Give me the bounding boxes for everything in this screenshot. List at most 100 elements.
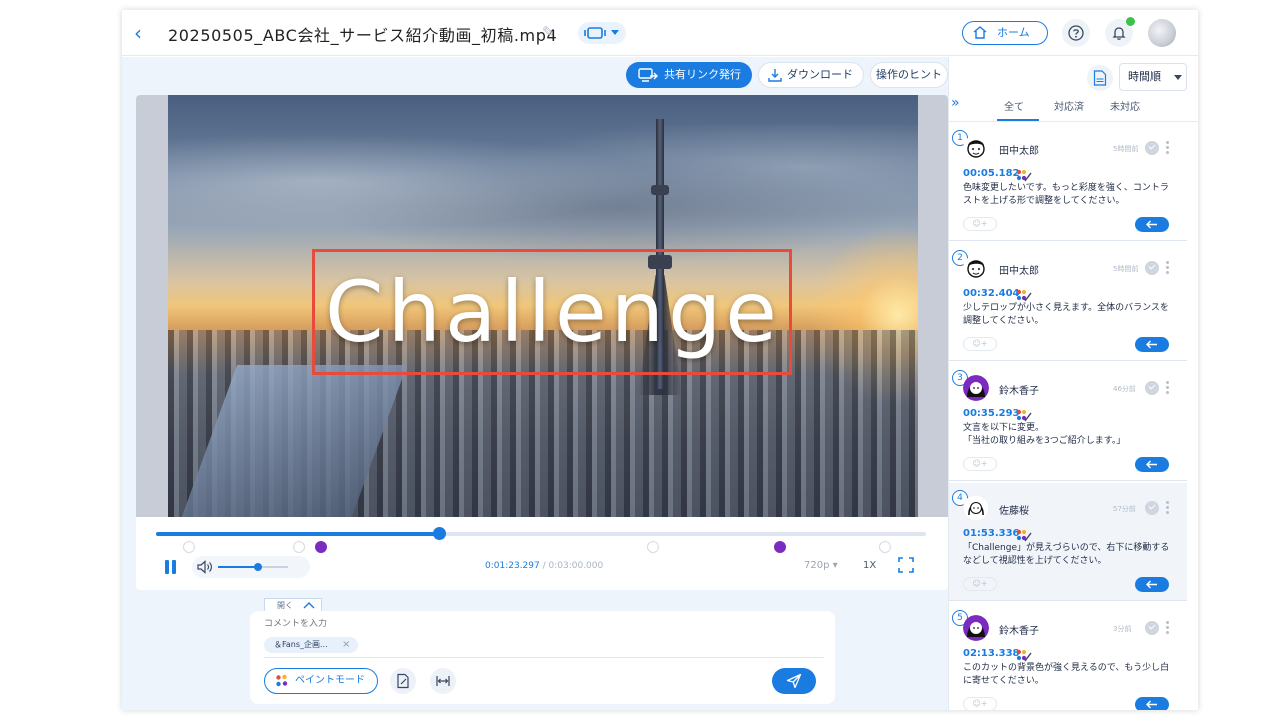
range-button[interactable] bbox=[430, 668, 456, 694]
top-header: ‹ 20250505_ABC会社_サービス紹介動画_初稿.mp4 ✎ ホーム bbox=[122, 10, 1198, 56]
open-composer-tab[interactable]: 開く bbox=[264, 598, 322, 612]
comment-timestamp: 3分前 bbox=[1113, 625, 1132, 633]
comment-input[interactable] bbox=[264, 619, 564, 629]
home-label: ホーム bbox=[997, 26, 1030, 39]
duration: 0:03:00.000 bbox=[548, 561, 604, 571]
resolve-check-icon[interactable] bbox=[1145, 621, 1159, 635]
more-icon[interactable] bbox=[1166, 620, 1170, 636]
comment-video-time[interactable]: 00:05.182 bbox=[963, 168, 1020, 179]
comment-marker-2[interactable] bbox=[293, 541, 305, 553]
comment-marker-4[interactable] bbox=[647, 541, 659, 553]
resolve-check-icon[interactable] bbox=[1145, 261, 1159, 275]
add-reaction-button[interactable]: ☺+ bbox=[963, 217, 997, 231]
seek-bar[interactable] bbox=[156, 527, 926, 540]
pencil-icon[interactable]: ✎ bbox=[542, 23, 558, 41]
add-reaction-button[interactable]: ☺+ bbox=[963, 337, 997, 351]
notification-dot bbox=[1126, 17, 1135, 26]
resolve-check-icon[interactable] bbox=[1145, 501, 1159, 515]
more-icon[interactable] bbox=[1166, 380, 1170, 396]
add-reaction-button[interactable]: ☺+ bbox=[963, 457, 997, 471]
reply-button[interactable] bbox=[1135, 217, 1169, 232]
woman-purple-icon bbox=[963, 375, 989, 401]
chevron-up-icon bbox=[303, 602, 315, 609]
hint-button[interactable]: 操作のヒント bbox=[870, 62, 948, 88]
seek-handle[interactable] bbox=[433, 527, 447, 540]
sort-value: 時間順 bbox=[1128, 70, 1161, 83]
comment-video-time[interactable]: 02:13.338 bbox=[963, 648, 1020, 659]
close-icon[interactable]: × bbox=[342, 637, 350, 653]
time-display: 0:01:23.297 / 0:03:00.000 bbox=[485, 561, 603, 571]
more-icon[interactable] bbox=[1166, 500, 1170, 516]
annotation-rectangle[interactable] bbox=[312, 249, 792, 375]
reply-button[interactable] bbox=[1135, 697, 1169, 710]
csv-file-icon bbox=[1093, 70, 1107, 86]
download-icon bbox=[768, 69, 782, 82]
user-avatar[interactable] bbox=[1148, 19, 1176, 47]
comment-item[interactable]: 4 佐藤桜 57分前 01:53.336 「Challenge」が見えづらいので、右下に… bbox=[949, 483, 1187, 601]
download-button[interactable]: ダウンロード bbox=[758, 62, 864, 88]
volume-control[interactable] bbox=[192, 556, 310, 578]
comment-text: このカットの背景色が強く見えるので、もう少し白に寄せてください。 bbox=[963, 663, 1170, 686]
tab-all[interactable]: 全て bbox=[986, 100, 1042, 116]
comment-timestamp: 57分前 bbox=[1113, 505, 1136, 513]
comment-item[interactable]: 1 田中太郎 5時間前 00:05.182 色味変更したいです。もっと彩度を強く、コント… bbox=[949, 123, 1187, 241]
volume-slider[interactable] bbox=[218, 563, 288, 571]
comment-video-time[interactable]: 01:53.336 bbox=[963, 528, 1020, 539]
comment-marker-6[interactable] bbox=[879, 541, 891, 553]
comment-author: 鈴木香子 bbox=[999, 386, 1039, 397]
sort-select[interactable]: 時間順 bbox=[1119, 63, 1187, 91]
home-button[interactable]: ホーム bbox=[962, 21, 1048, 45]
share-link-label: 共有リンク発行 bbox=[664, 68, 741, 81]
reply-button[interactable] bbox=[1135, 457, 1169, 472]
comment-text: 「Challenge」が見えづらいので、右下に移動するなどして視認性を上げてくだ… bbox=[963, 543, 1170, 566]
comment-text: 少しテロップが小さく見えます。全体のバランスを調整してください。 bbox=[963, 303, 1169, 326]
comment-marker-1[interactable] bbox=[183, 541, 195, 553]
tab-resolved[interactable]: 対応済 bbox=[1041, 100, 1097, 116]
panel-divider bbox=[949, 121, 1198, 122]
main-area: 共有リンク発行 ダウンロード 操作のヒント Challenge 0:01:23.… bbox=[122, 57, 948, 710]
share-link-button[interactable]: 共有リンク発行 bbox=[626, 62, 752, 88]
quality-select[interactable]: 720p ▾ bbox=[804, 560, 838, 571]
composer-divider bbox=[264, 657, 824, 658]
aspect-ratio-button[interactable] bbox=[578, 22, 626, 44]
comment-marker-3[interactable] bbox=[315, 541, 327, 553]
help-button[interactable] bbox=[1062, 19, 1090, 47]
home-icon bbox=[973, 26, 987, 39]
comment-marker-5[interactable] bbox=[774, 541, 786, 553]
resolve-check-icon[interactable] bbox=[1145, 141, 1159, 155]
more-icon[interactable] bbox=[1166, 140, 1170, 156]
export-csv-button[interactable] bbox=[1087, 65, 1113, 91]
video-canvas[interactable]: Challenge bbox=[168, 95, 918, 517]
time-separator: / bbox=[539, 561, 549, 571]
back-arrow-icon[interactable]: ‹ bbox=[134, 23, 148, 43]
paint-mode-button[interactable]: ペイントモード bbox=[264, 668, 378, 694]
man-icon bbox=[963, 135, 989, 161]
pause-button[interactable] bbox=[164, 560, 178, 574]
send-button[interactable] bbox=[772, 668, 816, 694]
attach-file-button[interactable] bbox=[390, 668, 416, 694]
comment-video-time[interactable]: 00:35.293 bbox=[963, 408, 1020, 419]
comment-timestamp: 5時間前 bbox=[1113, 145, 1139, 153]
reply-button[interactable] bbox=[1135, 337, 1169, 352]
comment-item[interactable]: 5 鈴木香子 3分前 02:13.338 このカットの背景色が強く見えるので、もう少し白… bbox=[949, 603, 1187, 710]
comment-item[interactable]: 3 鈴木香子 46分前 00:35.293 文言を以下に変更。 「当社の取り組みを3つご… bbox=[949, 363, 1187, 481]
resolve-check-icon[interactable] bbox=[1145, 381, 1159, 395]
chevron-down-icon bbox=[611, 30, 619, 35]
tag-chip[interactable]: ＆Fans_企画... × bbox=[264, 637, 358, 653]
add-reaction-button[interactable]: ☺+ bbox=[963, 697, 997, 710]
playback-speed[interactable]: 1X bbox=[863, 560, 876, 571]
collapse-panel-icon[interactable]: » bbox=[951, 95, 960, 111]
speaker-icon[interactable] bbox=[196, 559, 214, 575]
help-icon bbox=[1068, 25, 1084, 41]
more-icon[interactable] bbox=[1166, 260, 1170, 276]
range-icon bbox=[436, 676, 450, 686]
tab-unresolved[interactable]: 未対応 bbox=[1097, 100, 1153, 116]
comment-video-time[interactable]: 00:32.404 bbox=[963, 288, 1020, 299]
fullscreen-icon[interactable] bbox=[897, 556, 915, 574]
comment-item[interactable]: 2 田中太郎 5時間前 00:32.404 少しテロップが小さく見えます。全体のバランス… bbox=[949, 243, 1187, 361]
review-app: ‹ 20250505_ABC会社_サービス紹介動画_初稿.mp4 ✎ ホーム 共… bbox=[122, 10, 1198, 710]
volume-handle[interactable] bbox=[253, 563, 262, 571]
document-edit-icon bbox=[397, 673, 409, 689]
reply-button[interactable] bbox=[1135, 577, 1169, 592]
add-reaction-button[interactable]: ☺+ bbox=[963, 577, 997, 591]
